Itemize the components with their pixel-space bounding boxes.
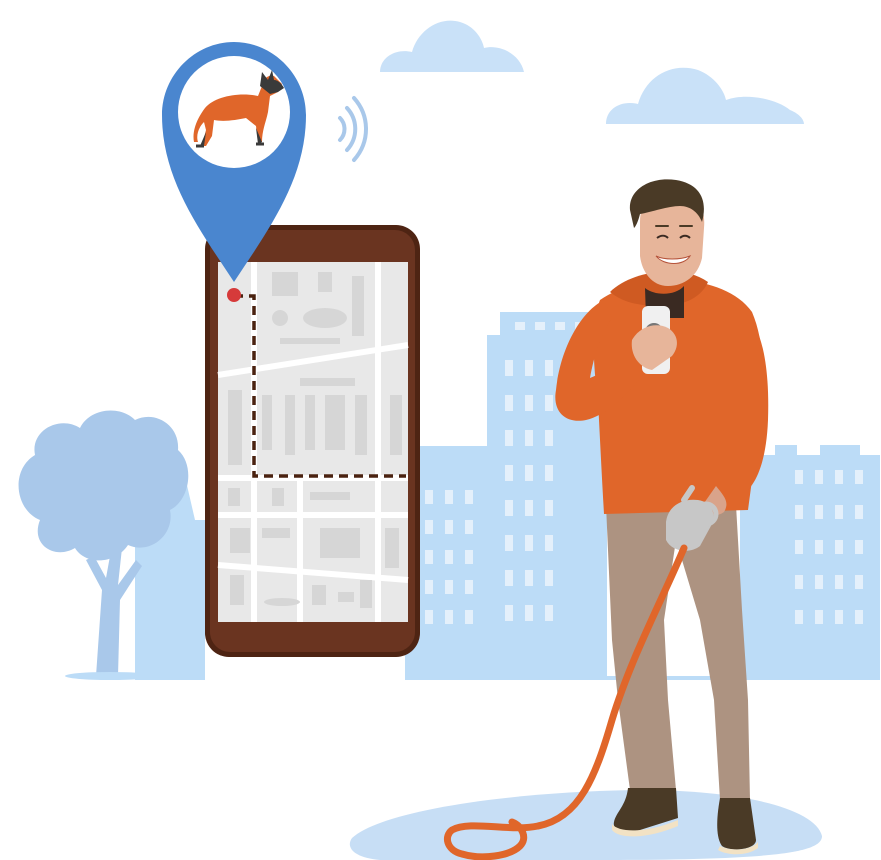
cloud-icon [380, 20, 524, 72]
dog-tracking-illustration [18, 20, 880, 860]
cloud-icon [606, 67, 804, 124]
right-shoe [717, 798, 756, 850]
signal-waves-icon [338, 96, 368, 162]
smartphone [205, 225, 420, 657]
location-dot [227, 288, 241, 302]
